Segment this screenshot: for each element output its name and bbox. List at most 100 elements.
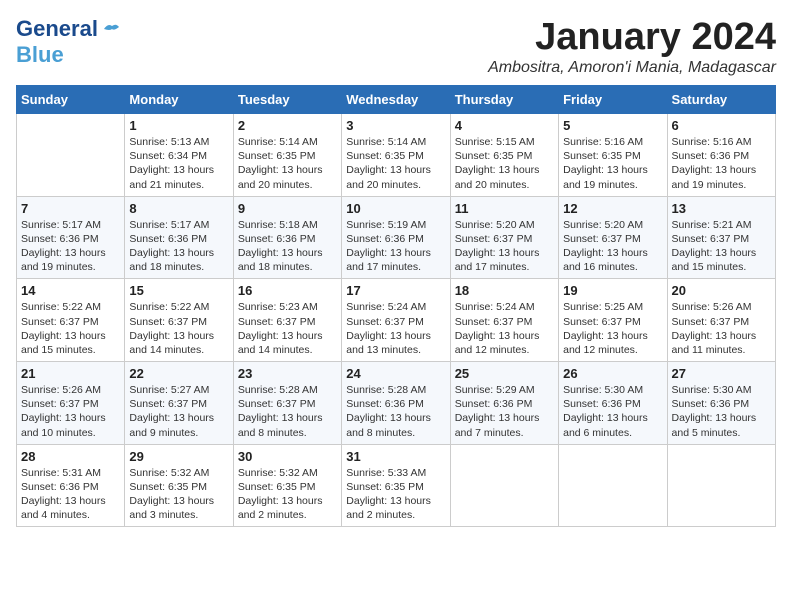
day-info: Sunrise: 5:29 AMSunset: 6:36 PMDaylight:… bbox=[455, 383, 554, 440]
day-number: 13 bbox=[672, 201, 771, 216]
calendar-cell: 13 Sunrise: 5:21 AMSunset: 6:37 PMDayligh… bbox=[667, 196, 775, 279]
calendar-cell: 26 Sunrise: 5:30 AMSunset: 6:36 PMDayligh… bbox=[559, 362, 667, 445]
calendar-cell: 10 Sunrise: 5:19 AMSunset: 6:36 PMDayligh… bbox=[342, 196, 450, 279]
day-info: Sunrise: 5:26 AMSunset: 6:37 PMDaylight:… bbox=[21, 383, 120, 440]
calendar-cell bbox=[17, 114, 125, 197]
calendar-cell: 20 Sunrise: 5:26 AMSunset: 6:37 PMDayligh… bbox=[667, 279, 775, 362]
day-number: 23 bbox=[238, 366, 337, 381]
calendar-cell: 22Sunrise: 5:27 AMSunset: 6:37 PMDayligh… bbox=[125, 362, 233, 445]
calendar-cell: 23 Sunrise: 5:28 AMSunset: 6:37 PMDayligh… bbox=[233, 362, 341, 445]
day-info: Sunrise: 5:16 AMSunset: 6:36 PMDaylight:… bbox=[672, 135, 771, 192]
logo-general: General bbox=[16, 16, 98, 42]
calendar-cell: 25 Sunrise: 5:29 AMSunset: 6:36 PMDayligh… bbox=[450, 362, 558, 445]
weekday-header-sunday: Sunday bbox=[17, 86, 125, 114]
weekday-header-tuesday: Tuesday bbox=[233, 86, 341, 114]
day-info: Sunrise: 5:30 AMSunset: 6:36 PMDaylight:… bbox=[672, 383, 771, 440]
day-info: Sunrise: 5:13 AMSunset: 6:34 PMDaylight:… bbox=[129, 135, 228, 192]
logo-blue: Blue bbox=[16, 42, 64, 67]
day-info: Sunrise: 5:28 AMSunset: 6:37 PMDaylight:… bbox=[238, 383, 337, 440]
calendar-cell bbox=[667, 444, 775, 527]
day-number: 25 bbox=[455, 366, 554, 381]
day-info: Sunrise: 5:26 AMSunset: 6:37 PMDaylight:… bbox=[672, 300, 771, 357]
day-info: Sunrise: 5:19 AMSunset: 6:36 PMDaylight:… bbox=[346, 218, 445, 275]
calendar-table: SundayMondayTuesdayWednesdayThursdayFrid… bbox=[16, 85, 776, 527]
calendar-cell bbox=[450, 444, 558, 527]
weekday-header-saturday: Saturday bbox=[667, 86, 775, 114]
day-number: 20 bbox=[672, 283, 771, 298]
day-info: Sunrise: 5:22 AMSunset: 6:37 PMDaylight:… bbox=[21, 300, 120, 357]
day-number: 17 bbox=[346, 283, 445, 298]
calendar-cell: 2 Sunrise: 5:14 AMSunset: 6:35 PMDaylight… bbox=[233, 114, 341, 197]
calendar-week-row: 21Sunrise: 5:26 AMSunset: 6:37 PMDayligh… bbox=[17, 362, 776, 445]
day-number: 30 bbox=[238, 449, 337, 464]
calendar-cell: 1 Sunrise: 5:13 AMSunset: 6:34 PMDaylight… bbox=[125, 114, 233, 197]
day-info: Sunrise: 5:18 AMSunset: 6:36 PMDaylight:… bbox=[238, 218, 337, 275]
calendar-week-row: 28Sunrise: 5:31 AMSunset: 6:36 PMDayligh… bbox=[17, 444, 776, 527]
calendar-cell: 28Sunrise: 5:31 AMSunset: 6:36 PMDayligh… bbox=[17, 444, 125, 527]
title-area: January 2024 Ambositra, Amoron'i Mania, … bbox=[488, 16, 776, 77]
day-info: Sunrise: 5:21 AMSunset: 6:37 PMDaylight:… bbox=[672, 218, 771, 275]
page-header: General Blue January 2024 Ambositra, Amo… bbox=[16, 16, 776, 77]
day-number: 5 bbox=[563, 118, 662, 133]
calendar-cell: 29 Sunrise: 5:32 AMSunset: 6:35 PMDayligh… bbox=[125, 444, 233, 527]
calendar-cell bbox=[559, 444, 667, 527]
day-info: Sunrise: 5:20 AMSunset: 6:37 PMDaylight:… bbox=[455, 218, 554, 275]
day-info: Sunrise: 5:32 AMSunset: 6:35 PMDaylight:… bbox=[129, 466, 228, 523]
logo: General Blue bbox=[16, 16, 120, 68]
day-number: 14 bbox=[21, 283, 120, 298]
day-number: 15 bbox=[129, 283, 228, 298]
weekday-header-wednesday: Wednesday bbox=[342, 86, 450, 114]
day-info: Sunrise: 5:25 AMSunset: 6:37 PMDaylight:… bbox=[563, 300, 662, 357]
calendar-cell: 6 Sunrise: 5:16 AMSunset: 6:36 PMDaylight… bbox=[667, 114, 775, 197]
day-info: Sunrise: 5:14 AMSunset: 6:35 PMDaylight:… bbox=[346, 135, 445, 192]
day-number: 16 bbox=[238, 283, 337, 298]
calendar-cell: 16 Sunrise: 5:23 AMSunset: 6:37 PMDayligh… bbox=[233, 279, 341, 362]
day-number: 1 bbox=[129, 118, 228, 133]
day-info: Sunrise: 5:14 AMSunset: 6:35 PMDaylight:… bbox=[238, 135, 337, 192]
day-info: Sunrise: 5:20 AMSunset: 6:37 PMDaylight:… bbox=[563, 218, 662, 275]
day-info: Sunrise: 5:15 AMSunset: 6:35 PMDaylight:… bbox=[455, 135, 554, 192]
calendar-week-row: 7Sunrise: 5:17 AMSunset: 6:36 PMDaylight… bbox=[17, 196, 776, 279]
calendar-week-row: 1 Sunrise: 5:13 AMSunset: 6:34 PMDaylight… bbox=[17, 114, 776, 197]
day-info: Sunrise: 5:32 AMSunset: 6:35 PMDaylight:… bbox=[238, 466, 337, 523]
calendar-cell: 8 Sunrise: 5:17 AMSunset: 6:36 PMDaylight… bbox=[125, 196, 233, 279]
weekday-header-friday: Friday bbox=[559, 86, 667, 114]
day-number: 6 bbox=[672, 118, 771, 133]
calendar-cell: 9 Sunrise: 5:18 AMSunset: 6:36 PMDaylight… bbox=[233, 196, 341, 279]
weekday-header-monday: Monday bbox=[125, 86, 233, 114]
day-number: 26 bbox=[563, 366, 662, 381]
calendar-cell: 17 Sunrise: 5:24 AMSunset: 6:37 PMDayligh… bbox=[342, 279, 450, 362]
day-number: 9 bbox=[238, 201, 337, 216]
day-number: 18 bbox=[455, 283, 554, 298]
day-info: Sunrise: 5:28 AMSunset: 6:36 PMDaylight:… bbox=[346, 383, 445, 440]
day-info: Sunrise: 5:17 AMSunset: 6:36 PMDaylight:… bbox=[129, 218, 228, 275]
day-info: Sunrise: 5:16 AMSunset: 6:35 PMDaylight:… bbox=[563, 135, 662, 192]
day-info: Sunrise: 5:30 AMSunset: 6:36 PMDaylight:… bbox=[563, 383, 662, 440]
calendar-cell: 12 Sunrise: 5:20 AMSunset: 6:37 PMDayligh… bbox=[559, 196, 667, 279]
calendar-cell: 4 Sunrise: 5:15 AMSunset: 6:35 PMDaylight… bbox=[450, 114, 558, 197]
day-info: Sunrise: 5:22 AMSunset: 6:37 PMDaylight:… bbox=[129, 300, 228, 357]
weekday-header-row: SundayMondayTuesdayWednesdayThursdayFrid… bbox=[17, 86, 776, 114]
day-info: Sunrise: 5:17 AMSunset: 6:36 PMDaylight:… bbox=[21, 218, 120, 275]
calendar-cell: 30 Sunrise: 5:32 AMSunset: 6:35 PMDayligh… bbox=[233, 444, 341, 527]
calendar-cell: 14 Sunrise: 5:22 AMSunset: 6:37 PMDayligh… bbox=[17, 279, 125, 362]
calendar-cell: 19Sunrise: 5:25 AMSunset: 6:37 PMDayligh… bbox=[559, 279, 667, 362]
day-number: 3 bbox=[346, 118, 445, 133]
day-info: Sunrise: 5:24 AMSunset: 6:37 PMDaylight:… bbox=[346, 300, 445, 357]
day-number: 28 bbox=[21, 449, 120, 464]
calendar-cell: 5 Sunrise: 5:16 AMSunset: 6:35 PMDaylight… bbox=[559, 114, 667, 197]
day-info: Sunrise: 5:23 AMSunset: 6:37 PMDaylight:… bbox=[238, 300, 337, 357]
calendar-cell: 7Sunrise: 5:17 AMSunset: 6:36 PMDaylight… bbox=[17, 196, 125, 279]
day-number: 2 bbox=[238, 118, 337, 133]
day-number: 12 bbox=[563, 201, 662, 216]
day-info: Sunrise: 5:24 AMSunset: 6:37 PMDaylight:… bbox=[455, 300, 554, 357]
day-number: 8 bbox=[129, 201, 228, 216]
day-number: 24 bbox=[346, 366, 445, 381]
logo-bird-icon bbox=[102, 21, 120, 37]
day-number: 4 bbox=[455, 118, 554, 133]
day-number: 29 bbox=[129, 449, 228, 464]
month-title: January 2024 bbox=[488, 16, 776, 59]
day-number: 10 bbox=[346, 201, 445, 216]
calendar-cell: 3 Sunrise: 5:14 AMSunset: 6:35 PMDaylight… bbox=[342, 114, 450, 197]
calendar-cell: 24 Sunrise: 5:28 AMSunset: 6:36 PMDayligh… bbox=[342, 362, 450, 445]
